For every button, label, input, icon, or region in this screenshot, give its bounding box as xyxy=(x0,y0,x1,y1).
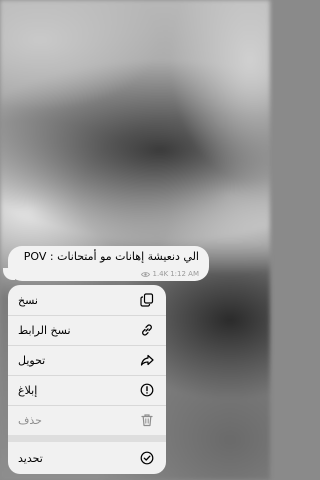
message-time: 1:12 AM xyxy=(170,270,199,278)
menu-item-forward[interactable]: تحويل xyxy=(8,345,166,375)
check-circle-icon xyxy=(140,451,154,465)
link-icon xyxy=(140,323,154,337)
menu-item-delete[interactable]: حذف xyxy=(8,405,166,435)
menu-item-copy-link[interactable]: نسخ الرابط xyxy=(8,315,166,345)
view-count: 1.4K xyxy=(152,270,169,278)
menu-item-label: إبلاغ xyxy=(18,383,38,397)
menu-item-label: تحويل xyxy=(18,353,46,367)
forward-icon xyxy=(140,353,154,367)
message-bubble[interactable]: الي دنعيشة إهانات مو أمتحانات : POV 1.4K… xyxy=(8,246,209,281)
eye-icon xyxy=(141,271,151,277)
menu-item-label: تحديد xyxy=(18,451,43,465)
context-menu: نسخ نسخ الرابط تحويل إبلاغ حذف تحديد xyxy=(8,285,166,474)
menu-separator xyxy=(8,435,166,442)
menu-item-select[interactable]: تحديد xyxy=(8,442,166,474)
menu-item-copy[interactable]: نسخ xyxy=(8,285,166,315)
menu-item-report[interactable]: إبلاغ xyxy=(8,375,166,405)
menu-item-label: نسخ الرابط xyxy=(18,323,71,337)
copy-icon xyxy=(140,293,154,307)
trash-icon xyxy=(140,413,154,427)
message-text: الي دنعيشة إهانات مو أمتحانات : POV xyxy=(23,250,199,263)
report-icon xyxy=(140,383,154,397)
message-meta: 1.4K 1:12 AM xyxy=(141,270,199,278)
menu-item-label: نسخ xyxy=(18,293,38,307)
menu-item-label: حذف xyxy=(18,413,42,427)
